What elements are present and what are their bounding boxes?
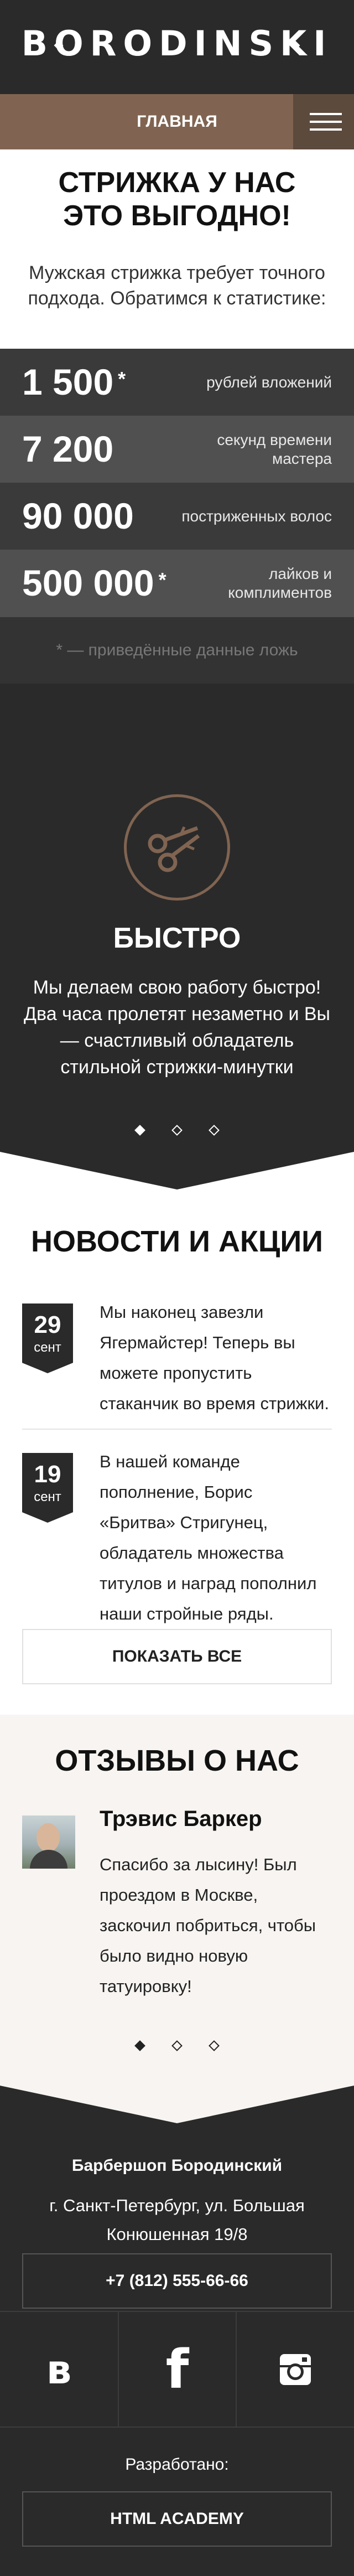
developer-link[interactable]: HTML ACADEMY bbox=[22, 2491, 332, 2547]
avatar-head bbox=[37, 1823, 60, 1852]
promo-title-line: СТРИЖКА У НАС bbox=[58, 167, 296, 199]
site-logo[interactable]: BORODINSKI bbox=[0, 23, 354, 64]
phone-link[interactable]: +7 (812) 555-66-66 bbox=[22, 2253, 332, 2309]
review-text: Спасибо за лысину! Был проездом в Москве… bbox=[100, 1855, 316, 1996]
reviews-section: ОТЗЫВЫ О НАС Трэвис Баркер Спасибо за лы… bbox=[0, 1715, 354, 2116]
section-wedge bbox=[0, 2084, 354, 2123]
vk-icon: в bbox=[46, 2346, 72, 2393]
date-badge: 29 сент bbox=[22, 1303, 73, 1373]
slider-dot-active[interactable] bbox=[134, 2040, 145, 2051]
feature-title: БЫСТРО bbox=[113, 922, 241, 954]
avatar-body bbox=[30, 1850, 67, 1869]
promo-title-line: ЭТО ВЫГОДНО! bbox=[63, 200, 291, 232]
page: BORODINSKI ГЛАВНАЯ СТРИЖКА У НАС ЭТО ВЫГ… bbox=[0, 0, 354, 2576]
slider-dot[interactable] bbox=[171, 1125, 183, 1136]
stat-value: 500 000 * bbox=[22, 562, 166, 603]
news-text: Мы наконец завезли Ягермайстер! Теперь в… bbox=[100, 1302, 329, 1413]
stat-value: 1 500 * bbox=[22, 361, 126, 402]
promo-title: СТРИЖКА У НАС ЭТО ВЫГОДНО! bbox=[0, 166, 354, 232]
news-item[interactable]: 19 сент В нашей команде пополнение, Бори… bbox=[22, 1446, 332, 1654]
date-badge: 19 сент bbox=[22, 1453, 73, 1523]
divider bbox=[22, 1429, 332, 1430]
date-month: сент bbox=[34, 1340, 61, 1355]
stat-value: 90 000 bbox=[22, 495, 134, 536]
footer-address: г. Санкт-Петербург, ул. Большая Конюшенн… bbox=[49, 2196, 305, 2244]
avatar bbox=[22, 1815, 75, 1869]
scissors-icon bbox=[124, 794, 230, 901]
facebook-icon: f bbox=[165, 2338, 189, 2401]
slider-dot[interactable] bbox=[209, 1125, 220, 1136]
hamburger-icon bbox=[310, 113, 342, 115]
site-footer: Барбершоп Бородинский г. Санкт-Петербург… bbox=[0, 2084, 354, 2576]
reviews-title: ОТЗЫВЫ О НАС bbox=[55, 1744, 299, 1777]
social-links: в f bbox=[0, 2311, 354, 2428]
main-nav: ГЛАВНАЯ bbox=[0, 94, 354, 149]
stat-item: 90 000 постриженных волос bbox=[0, 483, 354, 550]
stat-item: 7 200 секунд времени мастера bbox=[0, 416, 354, 483]
hamburger-icon-bar bbox=[310, 128, 342, 131]
news-text: В нашей команде пополнение, Борис «Бритв… bbox=[100, 1452, 317, 1654]
date-day: 19 bbox=[34, 1461, 61, 1488]
date-day: 29 bbox=[34, 1311, 61, 1338]
feature-text: Мы делаем свою работу быстро! Два часа п… bbox=[24, 977, 330, 1078]
menu-toggle-button[interactable] bbox=[293, 94, 354, 149]
promo-text: Мужская стрижка требует точного подхода.… bbox=[28, 262, 326, 309]
stats-footnote: * — приведённые данные ложь bbox=[0, 617, 354, 684]
stat-label: секунд времени мастера bbox=[217, 431, 332, 467]
slider-dot[interactable] bbox=[209, 2040, 220, 2051]
hamburger-icon-bar bbox=[310, 121, 342, 123]
stat-item: 1 500 * рублей вложений bbox=[0, 349, 354, 416]
slider-dot-active[interactable] bbox=[134, 1125, 145, 1136]
date-month: сент bbox=[34, 1489, 61, 1504]
section-wedge bbox=[0, 1151, 354, 1189]
footnote-mark: * bbox=[158, 568, 166, 591]
footnote-mark: * bbox=[118, 368, 126, 390]
site-header: BORODINSKI bbox=[0, 0, 354, 94]
vk-link[interactable]: в bbox=[0, 2312, 118, 2427]
news-item[interactable]: 29 сент Мы наконец завезли Ягермайстер! … bbox=[22, 1297, 332, 1419]
features-slider: БЫСТРО Мы делаем свою работу быстро! Два… bbox=[0, 684, 354, 1151]
stat-value: 7 200 bbox=[22, 428, 114, 469]
reviews-slider-dots bbox=[0, 2039, 354, 2052]
feature-slider-dots bbox=[0, 1124, 354, 1137]
instagram-icon bbox=[280, 2353, 311, 2385]
footer-company-name: Барбершоп Бородинский bbox=[71, 2156, 283, 2175]
stat-label: постриженных волос bbox=[181, 507, 332, 525]
developed-by-label: Разработано: bbox=[125, 2455, 229, 2474]
stat-item: 500 000 * лайков и комплиментов bbox=[0, 550, 354, 617]
slider-dot[interactable] bbox=[171, 2040, 183, 2051]
review-author: Трэвис Баркер bbox=[100, 1807, 262, 1831]
facebook-link[interactable]: f bbox=[118, 2312, 236, 2427]
news-title: НОВОСТИ И АКЦИИ bbox=[31, 1225, 323, 1258]
stat-label: рублей вложений bbox=[206, 373, 332, 391]
show-all-news-button[interactable]: ПОКАЗАТЬ ВСЕ bbox=[22, 1629, 332, 1684]
stat-label: лайков и комплиментов bbox=[228, 565, 332, 601]
instagram-link[interactable] bbox=[236, 2312, 354, 2427]
